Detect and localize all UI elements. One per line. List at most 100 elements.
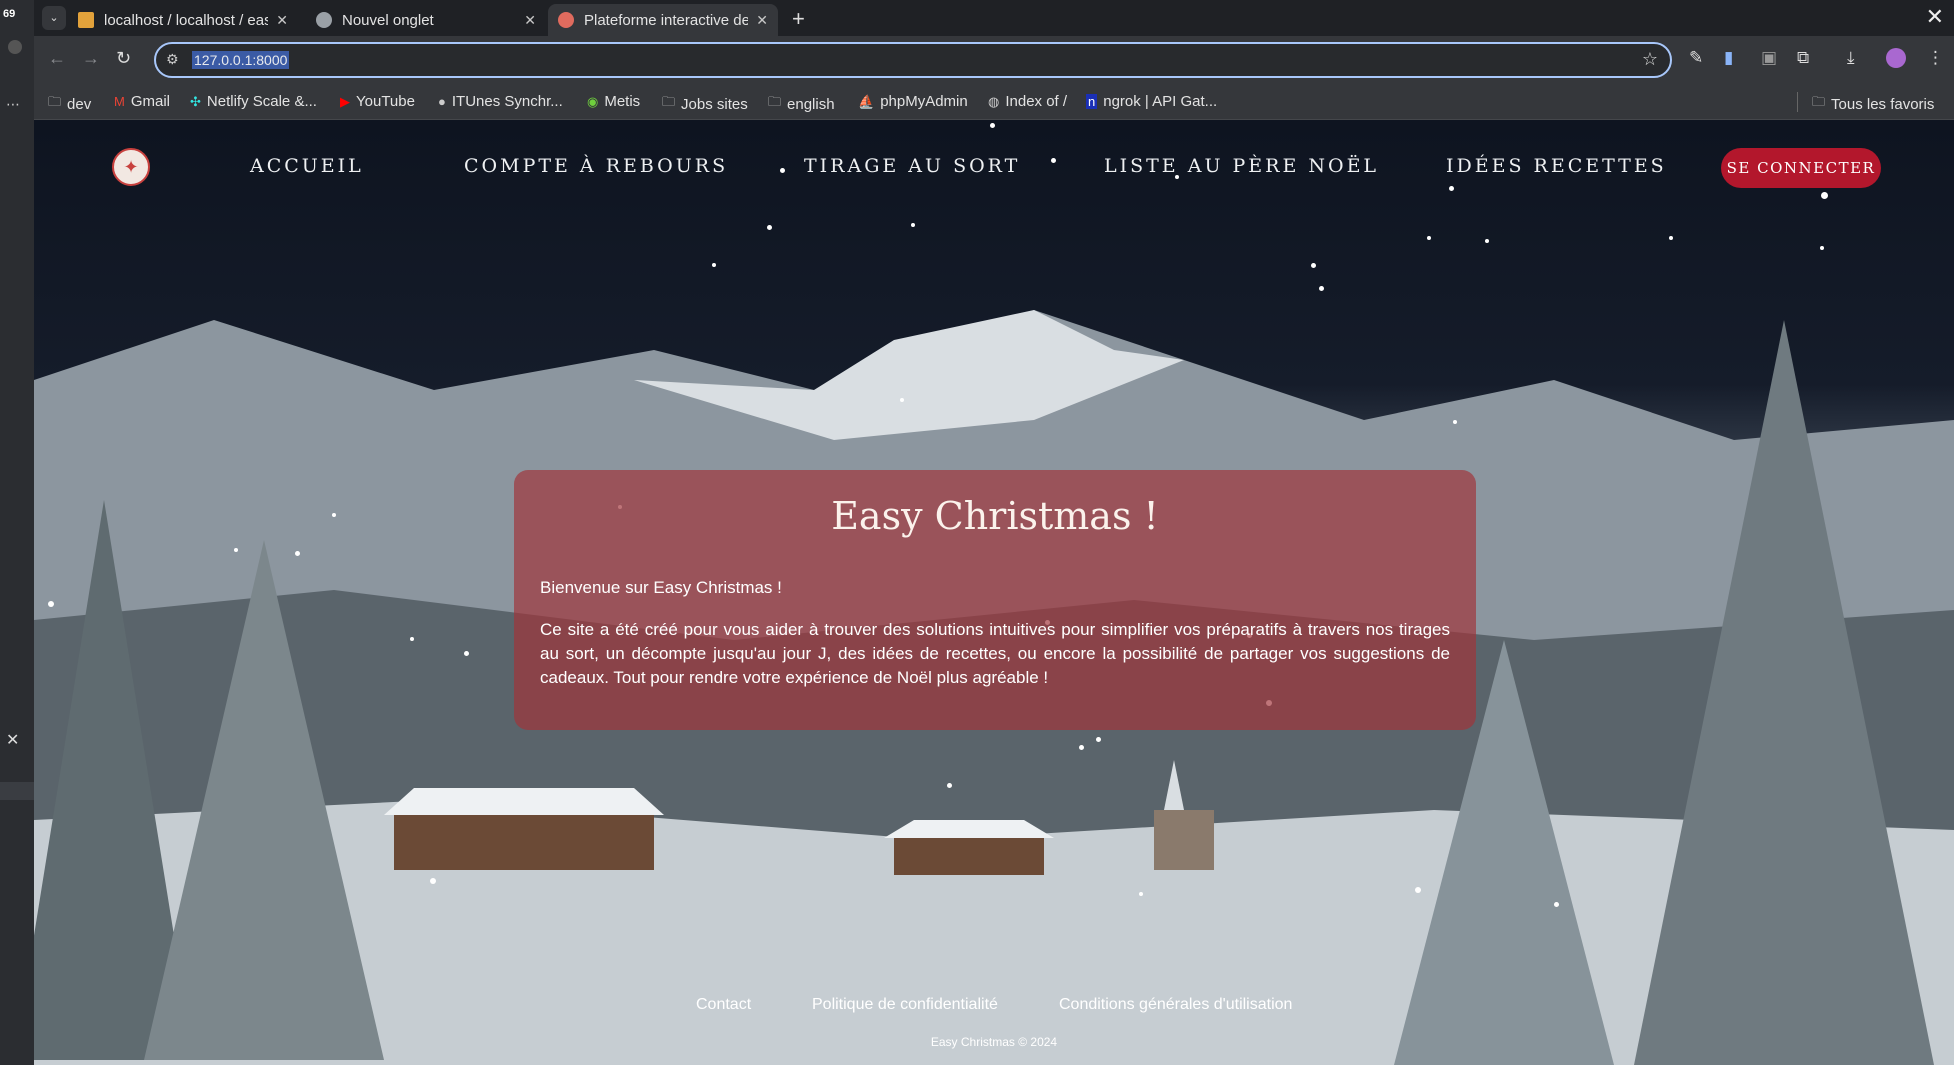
back-icon[interactable]: ←: [48, 48, 66, 69]
snowflake: [1453, 420, 1457, 424]
welcome-card: Easy Christmas ! Bienvenue sur Easy Chri…: [514, 470, 1476, 730]
snowflake: [712, 263, 716, 267]
santa-logo-icon[interactable]: ✦: [112, 148, 150, 186]
site-info-icon[interactable]: ⚙: [166, 51, 179, 68]
side-panel-bar: [0, 782, 34, 800]
chrome-icon: [316, 12, 332, 28]
footer-terms-link[interactable]: Conditions générales d'utilisation: [1059, 996, 1292, 1014]
snowflake: [911, 223, 915, 227]
reload-icon[interactable]: ↻: [116, 48, 131, 69]
snowflake: [410, 637, 414, 641]
snowflake: [1669, 236, 1673, 240]
status-dot: [8, 40, 22, 54]
snow-tree-left-2: [144, 540, 384, 1060]
forward-icon[interactable]: →: [82, 48, 100, 69]
folder-icon: 🗀: [768, 94, 782, 109]
extension-icon[interactable]: ▮: [1724, 48, 1733, 68]
bookmark-label: Tous les favoris: [1831, 95, 1935, 113]
bookmark-jobs-sites[interactable]: 🗀 Jobs sites: [662, 93, 748, 115]
snowflake: [1554, 902, 1559, 907]
bookmark-itunes[interactable]: ● ITUnes Synchr...: [438, 93, 563, 110]
address-url[interactable]: 127.0.0.1:8000: [192, 51, 290, 69]
more-icon[interactable]: ⋯: [6, 96, 20, 113]
workspace-indicator: 69: [3, 8, 16, 20]
snowflake: [464, 651, 469, 656]
footer-contact-link[interactable]: Contact: [696, 996, 751, 1014]
snowflake: [234, 548, 238, 552]
menu-icon[interactable]: ⋮: [1927, 48, 1944, 68]
bookmark-label: Gmail: [130, 93, 171, 110]
bookmark-star-icon[interactable]: ☆: [1642, 49, 1658, 70]
snowflake: [1096, 737, 1101, 742]
bookmark-label: ngrok | API Gat...: [1103, 93, 1218, 110]
profile-avatar[interactable]: [1886, 48, 1906, 68]
page-viewport: ✦ ACCUEIL COMPTE À REBOURS TIRAGE AU SOR…: [34, 120, 1954, 1065]
snowflake: [947, 783, 952, 788]
close-icon[interactable]: ✕: [6, 730, 19, 750]
snowflake: [900, 398, 904, 402]
nav-tirage-au-sort[interactable]: TIRAGE AU SORT: [804, 155, 1020, 177]
tab-title: Plateforme interactive de: [584, 11, 749, 29]
bookmark-phpmyadmin[interactable]: ⛵ phpMyAdmin: [858, 93, 968, 110]
snow-tree-right: [1634, 320, 1934, 1065]
bookmark-english[interactable]: 🗀 english: [768, 93, 835, 115]
login-button[interactable]: SE CONNECTER: [1721, 148, 1881, 188]
bookmarks-separator: [1797, 92, 1798, 112]
window-close-icon[interactable]: ✕: [1926, 4, 1944, 30]
snowflake: [295, 551, 300, 556]
snowflake: [1319, 286, 1324, 291]
gmail-icon: M: [114, 94, 125, 109]
bookmark-index-of[interactable]: ◍ Index of /: [988, 93, 1067, 110]
metis-icon: ◉: [587, 93, 599, 109]
bookmark-ngrok[interactable]: n ngrok | API Gat...: [1086, 93, 1217, 110]
bookmark-netlify[interactable]: ✣ Netlify Scale &...: [190, 93, 317, 110]
footer-privacy-link[interactable]: Politique de confidentialité: [812, 996, 998, 1014]
new-tab-icon[interactable]: +: [792, 6, 805, 32]
folder-icon: 🗀: [662, 94, 676, 109]
phpmyadmin-icon: ⛵: [858, 93, 875, 109]
tab-localhost[interactable]: localhost / localhost / eas ✕: [68, 4, 298, 36]
snowflake: [430, 878, 436, 884]
download-icon[interactable]: ⤓: [1847, 48, 1855, 68]
bookmark-metis[interactable]: ◉ Metis: [587, 93, 640, 110]
snowflake: [1820, 246, 1824, 250]
tab-plateforme[interactable]: Plateforme interactive de ✕: [548, 4, 778, 36]
nav-accueil[interactable]: ACCUEIL: [250, 155, 364, 177]
bookmark-youtube[interactable]: ▶ YouTube: [340, 93, 415, 110]
snowflake: [1079, 745, 1084, 750]
card-description: Ce site a été créé pour vous aider à tro…: [540, 620, 1450, 687]
snowflake: [1427, 236, 1431, 240]
snowflake: [1485, 239, 1489, 243]
tab-title: Nouvel onglet: [342, 11, 434, 29]
tab-search-icon[interactable]: ⌄: [42, 6, 66, 30]
system-side-strip: 69 ⋯ ✕: [0, 0, 34, 1065]
all-bookmarks[interactable]: 🗀 Tous les favoris: [1812, 93, 1934, 115]
bookmark-label: english: [787, 95, 835, 113]
tab-title: localhost / localhost / eas: [104, 11, 269, 29]
snowflake: [1311, 263, 1316, 268]
bookmark-label: ITUnes Synchr...: [451, 93, 563, 110]
folder-icon: 🗀: [1812, 94, 1826, 109]
tab-new-tab[interactable]: Nouvel onglet ✕: [306, 4, 546, 36]
card-title: Easy Christmas !: [831, 494, 1159, 538]
snowflake: [1415, 887, 1421, 893]
tab-close-icon[interactable]: ✕: [756, 12, 768, 29]
bookmark-label: Jobs sites: [681, 95, 748, 113]
folder-icon: 🗀: [48, 94, 62, 109]
address-bar[interactable]: ⚙ 127.0.0.1:8000 ☆: [154, 42, 1672, 78]
youtube-icon: ▶: [340, 93, 350, 109]
tab-strip: ⌄ localhost / localhost / eas ✕ Nouvel o…: [34, 0, 1954, 36]
nav-liste-pere-noel[interactable]: LISTE AU PÈRE NOËL: [1104, 155, 1379, 177]
bookmark-label: dev: [67, 95, 92, 113]
bookmark-gmail[interactable]: M Gmail: [114, 93, 170, 110]
nav-idees-recettes[interactable]: IDÉES RECETTES: [1446, 155, 1667, 177]
tab-close-icon[interactable]: ✕: [276, 12, 288, 29]
bookmark-dev[interactable]: 🗀 dev: [48, 93, 91, 115]
puzzle-icon[interactable]: ⧉: [1797, 48, 1809, 68]
extension-square-icon[interactable]: ▣: [1761, 48, 1777, 68]
footer-copyright: Easy Christmas © 2024: [930, 1035, 1058, 1049]
tab-close-icon[interactable]: ✕: [524, 12, 536, 29]
eyedropper-icon[interactable]: ✎: [1689, 48, 1703, 68]
nav-compte-a-rebours[interactable]: COMPTE À REBOURS: [464, 155, 728, 177]
apple-icon: ●: [438, 94, 446, 109]
